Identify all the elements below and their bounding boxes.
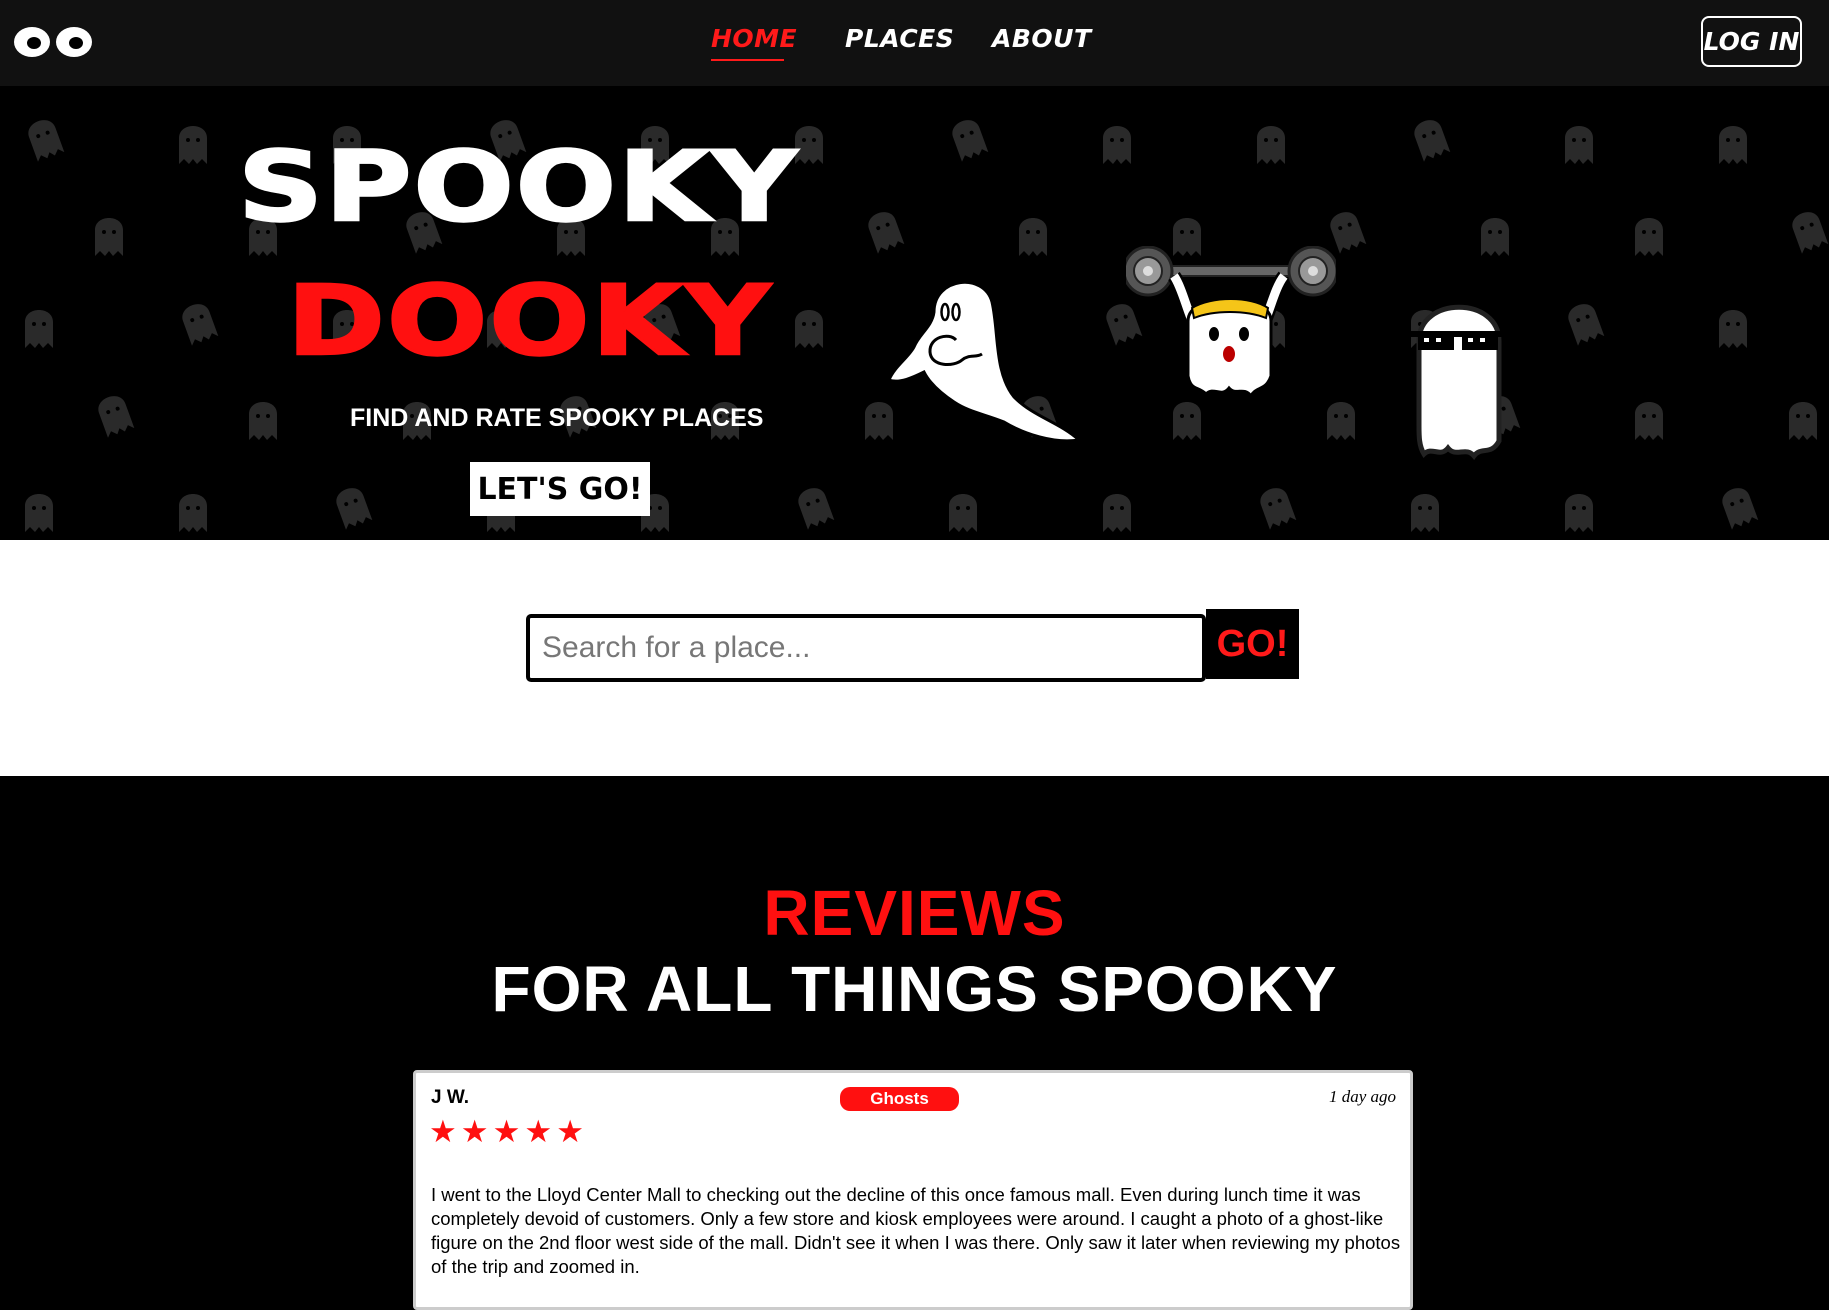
pattern-ghost-icon [1260,488,1297,530]
pattern-ghost-icon [1792,212,1829,254]
pattern-ghost-icon [1019,218,1047,256]
pattern-ghost-icon [1635,402,1663,440]
sunglasses-ghost-icon [1406,304,1512,461]
hero-title-spooky: SPOOKY [237,129,799,243]
reviews-heading: REVIEWS [763,877,1066,949]
nav-link-home[interactable]: HOME [711,24,797,53]
reviews-subheading: FOR ALL THINGS SPOOKY [491,953,1338,1025]
pattern-ghost-icon [1103,494,1131,532]
pattern-ghost-icon [868,212,905,254]
nav-active-underline [711,59,784,61]
pattern-ghost-icon [949,494,977,532]
pattern-ghost-icon [28,120,65,162]
hero-title-dooky: DOOKY [285,263,773,377]
hero-section: SPOOKY DOOKY FIND AND RATE SPOOKY PLACES… [0,86,1829,540]
nav-links: HOME PLACES ABOUT [0,0,1829,86]
search-section: GO! [0,540,1829,776]
star-icon: ★ [492,1114,521,1150]
pattern-ghost-icon [1411,494,1439,532]
reviews-section: REVIEWS FOR ALL THINGS SPOOKY J W. Ghost… [0,776,1829,1310]
search-go-button[interactable]: GO! [1206,609,1299,679]
star-icon: ★ [524,1114,553,1150]
pattern-ghost-icon [1103,126,1131,164]
login-button[interactable]: LOG IN [1701,16,1802,67]
pattern-ghost-icon [795,126,823,164]
pattern-ghost-icon [1257,126,1285,164]
nav-link-about[interactable]: ABOUT [992,24,1092,53]
pattern-ghost-icon [1481,218,1509,256]
pattern-ghost-icon [1719,126,1747,164]
hero-subtitle: FIND AND RATE SPOOKY PLACES [350,404,764,432]
star-icon: ★ [556,1114,584,1150]
pattern-ghost-icon [179,494,207,532]
flying-ghost-icon [887,280,1083,443]
review-body-text: I went to the Lloyd Center Mall to check… [431,1184,1401,1277]
review-rating-stars: ★ ★ ★ ★ ★ [429,1117,584,1148]
pattern-ghost-icon [798,488,835,530]
search-input[interactable] [526,614,1206,682]
pattern-ghost-icon [1565,126,1593,164]
pattern-ghost-icon [95,218,123,256]
pattern-ghost-icon [1719,310,1747,348]
pattern-ghost-icon [952,120,989,162]
review-author: J W. [431,1087,470,1108]
review-category-badge[interactable]: Ghosts [840,1087,959,1111]
pattern-ghost-icon [182,304,219,346]
pattern-ghost-icon [1568,304,1605,346]
pattern-ghost-icon [336,488,373,530]
pattern-ghost-icon [1327,402,1355,440]
pattern-ghost-icon [179,126,207,164]
pattern-ghost-icon [249,402,277,440]
review-card[interactable]: J W. Ghosts 1 day ago ★ ★ ★ ★ ★ I went to th… [413,1070,1413,1310]
pattern-ghost-icon [1635,218,1663,256]
star-icon: ★ [460,1114,489,1150]
weightlifting-ghost-icon [1126,246,1336,399]
lets-go-button[interactable]: LET'S GO! [470,462,650,516]
pattern-ghost-icon [98,396,135,438]
nav-link-places[interactable]: PLACES [845,24,954,53]
pattern-ghost-icon [1722,488,1759,530]
pattern-ghost-icon [25,494,53,532]
review-timestamp: 1 day ago [1328,1087,1396,1106]
pattern-ghost-icon [25,310,53,348]
pattern-ghost-icon [1789,402,1817,440]
star-icon: ★ [429,1114,457,1150]
pattern-ghost-icon [1565,494,1593,532]
pattern-ghost-icon [1173,402,1201,440]
pattern-ghost-icon [795,310,823,348]
navbar: HOME PLACES ABOUT LOG IN [0,0,1829,86]
pattern-ghost-icon [1414,120,1451,162]
